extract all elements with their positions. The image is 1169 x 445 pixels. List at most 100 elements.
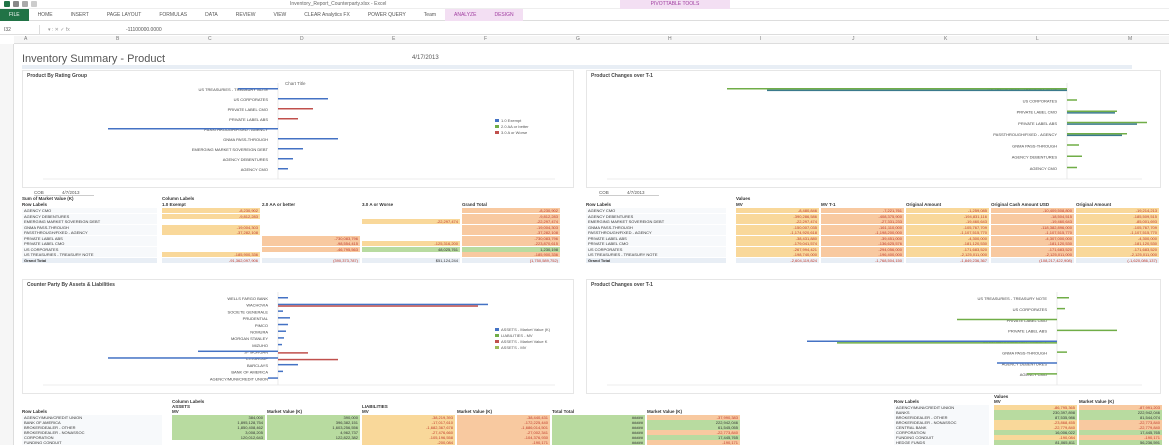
- ribbon-tab-design[interactable]: DESIGN: [485, 8, 523, 21]
- pivot-cell[interactable]: -10,409,508,800: [991, 208, 1074, 213]
- pivot-row-label[interactable]: PASSTHROUGH/FIXED - AGENCY: [586, 230, 726, 235]
- pivot-cell[interactable]: [262, 214, 360, 219]
- pivot-table-changes[interactable]: Values Row Labels MV MV T-1 Original Amount O…: [586, 196, 1161, 268]
- pivot-cell[interactable]: -1,849,236,367: [906, 257, 989, 263]
- pivot-cell[interactable]: -179,041,574: [736, 241, 819, 246]
- undo-icon[interactable]: [22, 1, 28, 7]
- pivot-row-label[interactable]: GNMA PASS-THROUGH: [22, 224, 157, 230]
- pivot-row-label[interactable]: PASSTHROUGH/FIXED - AGENCY: [22, 230, 157, 235]
- pivot-cell[interactable]: [262, 208, 360, 213]
- pivot-cell[interactable]: -105,767,709: [1076, 224, 1159, 230]
- pivot-cell[interactable]: -194,831,116: [906, 213, 989, 219]
- pivot-cell[interactable]: -136,625,576: [821, 241, 904, 246]
- pivot-cell[interactable]: -185,509,515: [1076, 213, 1159, 219]
- pivot-table-rating[interactable]: Sum of Market Value (K) Column Labels Row …: [22, 196, 574, 268]
- column-header-d[interactable]: D: [300, 36, 304, 42]
- pivot-cell[interactable]: -730,083,796: [262, 235, 360, 241]
- pivot-cell[interactable]: [262, 225, 360, 230]
- chart-product-by-rating[interactable]: Product By Rating Group Chart Title US T…: [22, 70, 574, 188]
- pivot-cell[interactable]: -196,400,000: [821, 252, 904, 257]
- pivot-cell[interactable]: -390,286,586: [736, 213, 819, 219]
- pivot-cell[interactable]: -223,870,615: [462, 241, 560, 246]
- pivot-cell[interactable]: -19,004,303: [462, 224, 560, 230]
- pivot-cell[interactable]: -22,297,474: [362, 219, 460, 224]
- pivot-cell[interactable]: -118,382,896,000: [991, 224, 1074, 230]
- pivot-cell[interactable]: -171,683,520: [906, 246, 989, 252]
- pivot-cell[interactable]: -8,230,902: [162, 208, 260, 213]
- pivot-cell[interactable]: -19,004,303: [162, 224, 260, 230]
- pivot-cell[interactable]: -1,107,515,770: [906, 230, 989, 235]
- pivot-cell[interactable]: -294,056,000: [821, 246, 904, 252]
- ribbon-tab-review[interactable]: REVIEW: [227, 9, 265, 21]
- pivot-row-label[interactable]: AGENCY DEBENTURES: [22, 213, 157, 219]
- pivot-cell[interactable]: -730,083,796: [462, 235, 560, 241]
- pivot-cell[interactable]: -91,362,097,906: [162, 257, 260, 263]
- pivot-cell[interactable]: -37,282,108: [162, 230, 260, 235]
- redo-icon[interactable]: [31, 1, 37, 7]
- pivot-cell[interactable]: -1,107,515,770: [1076, 230, 1159, 235]
- pivot-cell[interactable]: [362, 208, 460, 213]
- pivot-cell[interactable]: -181,120,530: [991, 241, 1074, 246]
- pivot-cell[interactable]: -200,084: [362, 440, 455, 445]
- pivot-cell[interactable]: -4,307,000,000: [991, 235, 1074, 241]
- pivot-cell[interactable]: -8,480,846: [736, 208, 819, 213]
- pivot-row-label[interactable]: HEDGE FUNDS: [894, 440, 989, 445]
- pivot-cell[interactable]: -171,683,520: [1076, 246, 1159, 252]
- ribbon-tab-analyze[interactable]: ANALYZE: [445, 8, 486, 21]
- pivot-cell[interactable]: -181,120,530: [1076, 241, 1159, 246]
- column-header-i[interactable]: I: [760, 36, 761, 42]
- pivot-cell[interactable]: (390,373,787): [262, 257, 360, 263]
- pivot-cell[interactable]: -105,767,709: [906, 224, 989, 230]
- pivot-cell[interactable]: 56,236,591: [1079, 440, 1162, 445]
- pivot-cell[interactable]: -1,107,515,770: [991, 230, 1074, 235]
- pivot-cell[interactable]: (1,750,589,752): [462, 257, 560, 263]
- pivot-cell[interactable]: -1,768,504,150: [821, 257, 904, 263]
- pivot-row-label[interactable]: PRIVATE LABEL ABS: [22, 235, 157, 241]
- pivot-cell[interactable]: -185,900,336: [462, 252, 560, 257]
- pivot-cell[interactable]: -38,431,880: [736, 235, 819, 241]
- pivot-cell[interactable]: -98,554,415: [262, 241, 360, 246]
- formula-input[interactable]: -11100000.0000: [120, 27, 162, 33]
- pivot-cell[interactable]: -161,110,000: [821, 224, 904, 230]
- pivot-cell[interactable]: -2,604,119,824: [736, 257, 819, 263]
- pivot-cell[interactable]: -150,007,035: [736, 224, 819, 230]
- pivot-cell[interactable]: -190,171: [457, 440, 550, 445]
- pivot-cell[interactable]: (108,217,422,908): [991, 257, 1074, 263]
- ribbon-tab-page-layout[interactable]: PAGE LAYOUT: [98, 9, 151, 21]
- pivot-cell[interactable]: -267,994,421: [736, 246, 819, 252]
- pivot-row-label[interactable]: PRIVATE LABEL CMO: [22, 241, 157, 246]
- pivot-row-label[interactable]: US TREASURIES - TREASURY NOTE: [586, 252, 726, 257]
- pivot-cell[interactable]: [362, 252, 460, 257]
- pivot-row-label[interactable]: US CORPORATES: [22, 246, 157, 252]
- pivot-cell[interactable]: [172, 440, 265, 445]
- grand-total-label[interactable]: Grand Total: [22, 257, 157, 263]
- pivot-cell[interactable]: -4,300,000: [1076, 235, 1159, 241]
- pivot-cell[interactable]: -171,683,520: [991, 246, 1074, 252]
- pivot-row-label[interactable]: US TREASURIES - TREASURY NOTE: [22, 252, 157, 257]
- pivot-row-label[interactable]: PRIVATE LABEL ABS: [586, 235, 726, 241]
- pivot-cell[interactable]: -27,331,233: [821, 219, 904, 224]
- pivot-cell[interactable]: -18,504,515: [991, 213, 1074, 219]
- ribbon-tab-home[interactable]: HOME: [29, 9, 62, 21]
- pivot-table-counterparty-changes[interactable]: Values Row Labels MV Market Value (K) AGENCY…: [894, 394, 1164, 445]
- pivot-cell[interactable]: -9,812,283: [462, 213, 560, 219]
- name-box[interactable]: I32: [0, 24, 40, 35]
- pivot-cell[interactable]: -198,740,000: [736, 252, 819, 257]
- pivot-cell[interactable]: [267, 440, 360, 445]
- pivot-row-label[interactable]: EMERGING MARKET SOVEREIGN DEBT: [586, 219, 726, 224]
- pivot-cell[interactable]: [162, 247, 260, 252]
- pivot-row-label[interactable]: AGENCY CMO: [586, 208, 726, 213]
- pivot-cell[interactable]: -19,214,213: [1076, 208, 1159, 213]
- column-header-k[interactable]: K: [944, 36, 947, 42]
- pivot-cell[interactable]: (-1,620,086,137): [1076, 257, 1159, 263]
- pivot-row-label[interactable]: GNMA PASS-THROUGH: [586, 224, 726, 230]
- ribbon-tab-formulas[interactable]: FORMULAS: [150, 9, 196, 21]
- pivot-cell[interactable]: -22,297,474: [736, 219, 819, 224]
- pivot-cell[interactable]: -1,174,920,618: [736, 230, 819, 235]
- pivot-cell[interactable]: [262, 230, 360, 235]
- pivot-table-counterparty[interactable]: Column Labels Row Labels ASSETS LIABILITIES…: [22, 399, 752, 445]
- pivot-cell[interactable]: [362, 225, 460, 230]
- pivot-cell[interactable]: -85,001,693: [1076, 219, 1159, 224]
- pivot-cell[interactable]: -1,259,085: [906, 208, 989, 213]
- column-header-g[interactable]: G: [576, 36, 580, 42]
